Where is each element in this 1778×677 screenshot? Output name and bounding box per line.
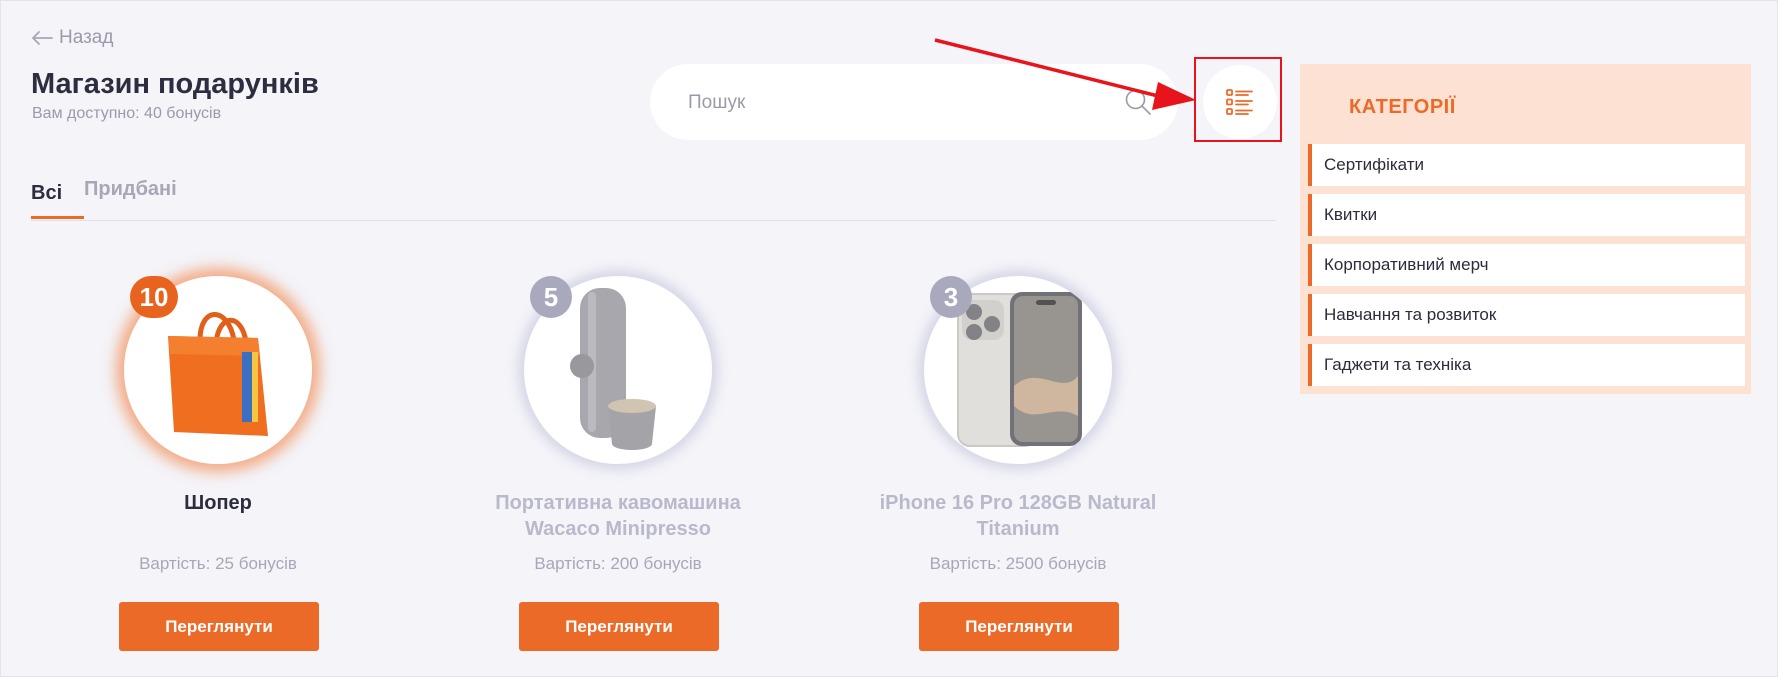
- category-item-certificates[interactable]: Сертифікати: [1308, 144, 1745, 186]
- category-item-corporate-merch[interactable]: Корпоративний мерч: [1308, 244, 1745, 286]
- bonus-balance: Вам доступно: 40 бонусів: [32, 105, 222, 122]
- product-card: 5 Портативна кавомашина Wacaco Minipress…: [458, 276, 778, 656]
- back-label: Назад: [59, 27, 114, 48]
- product-name: iPhone 16 Pro 128GB Natural Titanium: [879, 492, 1157, 540]
- stock-badge: 3: [930, 276, 972, 318]
- product-card: 3 iPhone 16 Pro 128GB Natural Titanium В…: [858, 276, 1178, 656]
- annotation-highlight-box: [1194, 57, 1282, 142]
- view-product-button[interactable]: Переглянути: [519, 602, 719, 651]
- category-item-learning[interactable]: Навчання та розвиток: [1308, 294, 1745, 336]
- tab-bar: Всі Придбані: [31, 168, 1276, 221]
- category-item-gadgets[interactable]: Гаджети та техніка: [1308, 344, 1745, 386]
- categories-title: КАТЕГОРІЇ: [1349, 96, 1456, 118]
- product-price: Вартість: 25 бонусів: [139, 554, 297, 573]
- product-card: 10 Шопер Вартість: 25 бонусів Переглянут…: [58, 276, 378, 656]
- page-title: Магазин подарунків: [31, 68, 319, 100]
- search-input[interactable]: [686, 86, 1090, 120]
- stock-badge: 10: [130, 276, 178, 318]
- tab-purchased[interactable]: Придбані: [84, 168, 177, 219]
- search-icon[interactable]: [1124, 88, 1152, 116]
- tab-all[interactable]: Всі: [31, 168, 84, 219]
- product-name: Шопер: [184, 492, 252, 514]
- stock-badge: 5: [530, 276, 572, 318]
- product-price: Вартість: 200 бонусів: [534, 554, 702, 573]
- category-item-tickets[interactable]: Квитки: [1308, 194, 1745, 236]
- categories-panel: КАТЕГОРІЇ Сертифікати Квитки Корпоративн…: [1300, 64, 1751, 394]
- product-name: Портативна кавомашина Wacaco Minipresso: [495, 492, 741, 540]
- search-bar: [650, 64, 1178, 140]
- product-price: Вартість: 2500 бонусів: [929, 554, 1107, 573]
- view-product-button[interactable]: Переглянути: [119, 602, 319, 651]
- back-link[interactable]: Назад: [31, 27, 113, 49]
- arrow-left-icon: [32, 31, 53, 45]
- view-product-button[interactable]: Переглянути: [919, 602, 1119, 651]
- category-list: Сертифікати Квитки Корпоративний мерч На…: [1308, 144, 1745, 394]
